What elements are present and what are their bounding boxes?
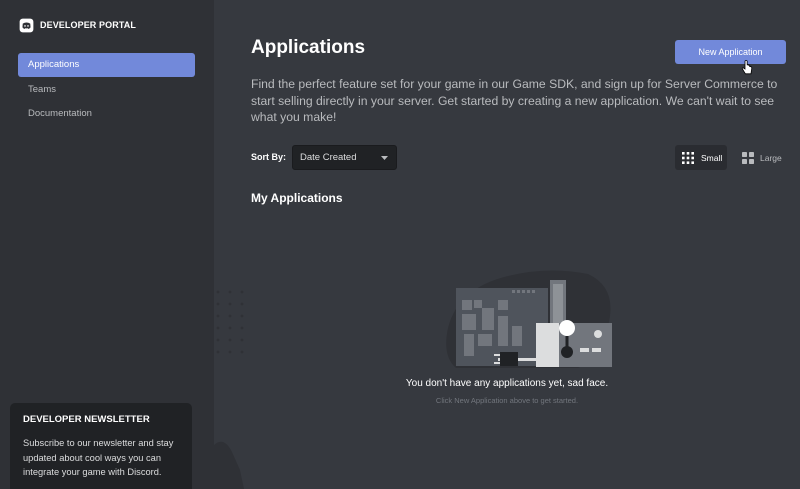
view-small-toggle[interactable]: Small [675, 145, 727, 170]
view-large-toggle[interactable]: Large [736, 145, 788, 170]
view-small-label: Small [701, 152, 723, 163]
empty-state-title: You don't have any applications yet, sad… [405, 378, 609, 389]
grid-large-icon [742, 151, 754, 164]
mouse-pointer-icon [741, 60, 753, 75]
sidebar-item-documentation[interactable]: Documentation [18, 102, 195, 126]
page-title: Applications [251, 37, 366, 58]
empty-state-subtitle: Click New Application above to get start… [435, 396, 579, 405]
empty-state-illustration [446, 270, 612, 368]
caret-down-icon [381, 156, 388, 160]
sort-value: Date Created [300, 152, 357, 163]
view-large-label: Large [760, 152, 782, 163]
sidebar: DEVELOPER PORTAL Applications Teams Docu… [0, 0, 214, 489]
sidebar-nav: Applications Teams Documentation [18, 53, 195, 127]
newsletter-text: Subscribe to our newsletter and stay upd… [23, 438, 174, 477]
brand[interactable]: DEVELOPER PORTAL [19, 16, 136, 34]
brand-name: DEVELOPER PORTAL [40, 20, 136, 30]
grid-small-icon [682, 151, 694, 164]
main-content: Applications New Application Find the pe… [214, 0, 800, 489]
newsletter-title: DEVELOPER NEWSLETTER [23, 414, 150, 425]
my-applications-heading: My Applications [251, 191, 343, 205]
sort-label: Sort By: [251, 152, 287, 162]
new-application-button[interactable]: New Application [675, 40, 786, 64]
newsletter-card[interactable]: DEVELOPER NEWSLETTER Subscribe to our ne… [10, 403, 192, 489]
intro-text: Find the perfect feature set for your ga… [251, 77, 778, 124]
background-decoration [214, 290, 244, 489]
discord-logo-icon [19, 18, 34, 32]
sidebar-item-teams[interactable]: Teams [18, 78, 195, 102]
sort-dropdown[interactable]: Date Created [292, 145, 397, 170]
sidebar-item-applications[interactable]: Applications [18, 53, 195, 77]
